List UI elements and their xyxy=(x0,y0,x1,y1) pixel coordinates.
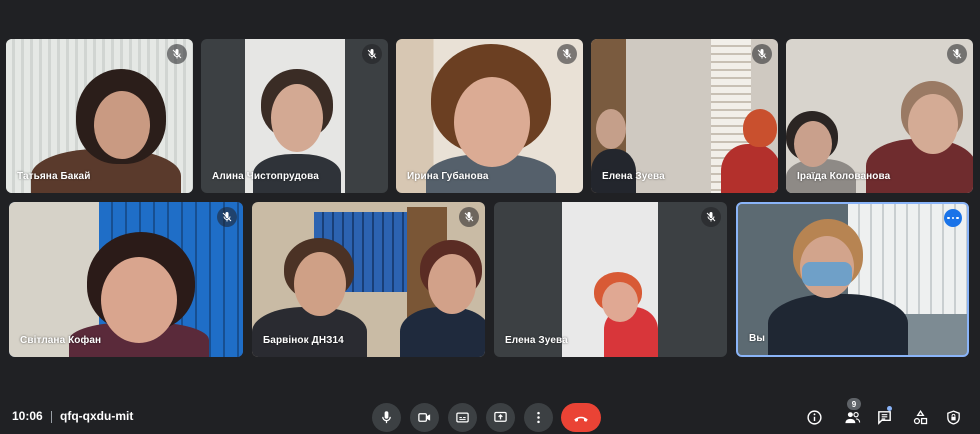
participant-tile-barvinok[interactable]: Барвінок ДНЗ14 xyxy=(252,202,485,357)
muted-mic-icon xyxy=(752,44,772,64)
separator xyxy=(51,411,52,423)
participant-name: Барвінок ДНЗ14 xyxy=(263,335,344,346)
more-options-button[interactable] xyxy=(524,403,553,432)
captions-icon xyxy=(456,412,469,423)
participant-tile-alina[interactable]: Алина Чистопрудова xyxy=(201,39,388,193)
participant-tile-svitlana[interactable]: Світлана Кофан xyxy=(9,202,243,357)
captions-button[interactable] xyxy=(448,403,477,432)
participant-name: Елена Зуева xyxy=(505,335,568,346)
participant-tile-elena-1[interactable]: Елена Зуева xyxy=(591,39,778,193)
camera-button[interactable] xyxy=(410,403,439,432)
mic-icon xyxy=(382,411,391,424)
people-button[interactable] xyxy=(843,408,861,426)
participant-tile-self[interactable]: Вы xyxy=(736,202,969,357)
more-vert-icon xyxy=(537,411,540,424)
end-call-button[interactable] xyxy=(561,403,601,432)
muted-mic-icon xyxy=(459,207,479,227)
info-icon xyxy=(806,409,822,425)
present-icon xyxy=(494,411,507,422)
chat-icon xyxy=(877,410,891,425)
participant-name: Алина Чистопрудова xyxy=(212,171,319,182)
participant-tile-elena-2[interactable]: Елена Зуева xyxy=(494,202,727,357)
muted-mic-icon xyxy=(362,44,382,64)
muted-mic-icon xyxy=(947,44,967,64)
participant-tile-tatyana[interactable]: Татьяна Бакай xyxy=(6,39,193,193)
people-count-badge: 9 xyxy=(847,398,861,410)
participant-tile-iraida[interactable]: Іраїда Колованова xyxy=(786,39,973,193)
muted-mic-icon xyxy=(167,44,187,64)
participant-name: Світлана Кофан xyxy=(20,335,102,346)
camera-icon xyxy=(418,413,431,422)
activities-button[interactable] xyxy=(911,408,929,426)
muted-mic-icon xyxy=(217,207,237,227)
muted-mic-icon xyxy=(701,207,721,227)
participant-name: Татьяна Бакай xyxy=(17,171,91,182)
chat-notification-dot xyxy=(887,406,892,411)
muted-mic-icon xyxy=(557,44,577,64)
meeting-details-button[interactable] xyxy=(805,408,823,426)
host-controls-button[interactable] xyxy=(944,408,962,426)
end-call-icon xyxy=(574,416,588,422)
clock-time: 10:06 xyxy=(12,409,43,423)
people-icon xyxy=(844,411,860,423)
participant-name: Елена Зуева xyxy=(602,171,665,182)
shield-lock-icon xyxy=(946,409,960,425)
participant-name: Іраїда Колованова xyxy=(797,171,891,182)
participant-tile-irina[interactable]: Ирина Губанова xyxy=(396,39,583,193)
more-options-button[interactable] xyxy=(944,209,962,227)
present-button[interactable] xyxy=(486,403,515,432)
mic-button[interactable] xyxy=(372,403,401,432)
participant-name: Вы xyxy=(749,333,765,344)
activities-icon xyxy=(913,409,927,424)
meeting-code: qfq-qxdu-mit xyxy=(60,409,134,423)
participant-name: Ирина Губанова xyxy=(407,171,489,182)
